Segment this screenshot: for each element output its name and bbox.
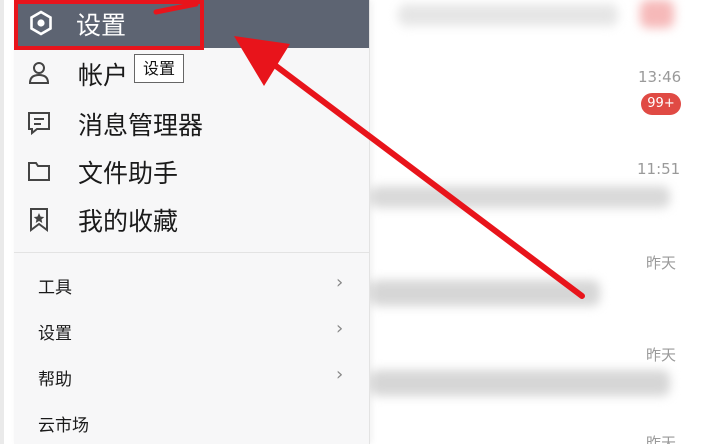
annotation-highlight-box (14, 0, 204, 50)
menu-item-settings-sub[interactable]: 设置 › (14, 310, 369, 350)
menu-item-cloud-market[interactable]: 云市场 (14, 402, 369, 442)
unread-badge: 99+ (641, 93, 681, 115)
menu-item-label: 文件助手 (78, 159, 179, 188)
menu-item-message-manager[interactable]: 消息管理器 (14, 100, 369, 144)
chat-preview-blur (370, 280, 600, 306)
menu-item-favorites[interactable]: 我的收藏 (14, 196, 369, 240)
chat-time: 昨天 (646, 254, 677, 272)
user-icon (28, 62, 50, 84)
menu-item-account[interactable]: 帐户 (14, 50, 369, 94)
chevron-right-icon: › (336, 318, 344, 339)
folder-icon (28, 162, 50, 181)
menu-item-label: 帮助 (38, 370, 72, 390)
menu-item-label: 工具 (38, 278, 72, 298)
menu-item-label: 帐户 (78, 61, 129, 90)
bookmark-icon (30, 208, 48, 232)
menu-item-label: 消息管理器 (78, 111, 204, 140)
chat-time: 昨天 (646, 346, 677, 364)
main-menu: 设置 帐户 设置 消息管理器 文件助手 我的收藏 工具 › 设置 › 帮助 › … (14, 0, 370, 444)
menu-item-help[interactable]: 帮助 › (14, 356, 369, 396)
menu-item-label: 我的收藏 (78, 207, 179, 236)
chat-time: 昨天 (646, 434, 677, 444)
menu-item-label: 云市场 (38, 416, 89, 436)
message-manager-icon (28, 112, 50, 136)
chat-time: 11:51 (637, 160, 681, 178)
menu-item-file-assistant[interactable]: 文件助手 (14, 148, 369, 192)
chevron-right-icon: › (336, 272, 344, 293)
chat-avatar-blur (640, 0, 674, 28)
chat-preview-blur (370, 370, 670, 396)
tooltip: 设置 (134, 54, 185, 83)
chat-preview-blur (398, 4, 618, 26)
chevron-right-icon: › (336, 364, 344, 385)
menu-item-label: 设置 (38, 324, 72, 344)
chat-time: 13:46 (638, 68, 682, 86)
menu-divider (14, 252, 369, 253)
menu-item-tools[interactable]: 工具 › (14, 264, 369, 304)
screenshot-frame: 13:46 99+ 11:51 昨天 昨天 昨天 设置 帐户 设置 消息管理器 … (0, 0, 701, 444)
chat-preview-blur (370, 186, 670, 208)
